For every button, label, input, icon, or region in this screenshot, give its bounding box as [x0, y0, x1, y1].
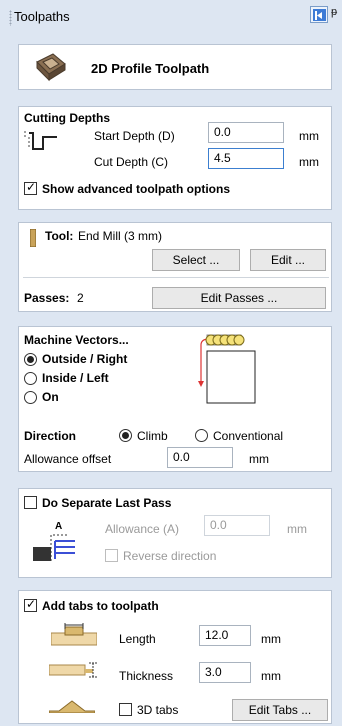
start-depth-input[interactable]: 0.0	[208, 122, 284, 143]
select-tool-button[interactable]: Select ...	[152, 249, 240, 271]
separate-last-pass-panel: Do Separate Last Pass A Allowance (A) 0.…	[18, 488, 332, 578]
tab-length-input[interactable]: 12.0	[199, 625, 251, 646]
climb-label[interactable]: Climb	[137, 429, 168, 443]
radio-selected-dot	[122, 432, 129, 439]
tab-thickness-input[interactable]: 3.0	[199, 662, 251, 683]
start-depth-unit: mm	[299, 129, 319, 143]
check-icon: ✓	[26, 597, 37, 611]
end-mill-icon	[30, 229, 36, 247]
depth-diagram-icon	[24, 131, 57, 150]
add-tabs-label[interactable]: Add tabs to toolpath	[42, 599, 159, 613]
panel-title-bar: Toolpaths ᵽ	[0, 0, 342, 34]
cut-depth-input[interactable]: 4.5	[208, 148, 284, 169]
option-outside-label[interactable]: Outside / Right	[42, 352, 127, 366]
3d-tabs-checkbox[interactable]	[119, 703, 132, 716]
radio-on[interactable]	[24, 391, 37, 404]
cut-depth-label: Cut Depth (C)	[94, 155, 169, 169]
radio-selected-dot	[27, 356, 34, 363]
tool-label: Tool:	[45, 229, 74, 243]
add-tabs-checkbox[interactable]: ✓	[24, 597, 37, 612]
pin-glyph[interactable]: ᵽ	[331, 6, 337, 18]
machine-vectors-title: Machine Vectors...	[24, 333, 129, 347]
reverse-direction-label[interactable]: Reverse direction	[123, 549, 216, 563]
tab-thickness-label: Thickness	[119, 669, 174, 683]
separate-last-pass-label[interactable]: Do Separate Last Pass	[42, 496, 171, 510]
machine-vectors-panel: Machine Vectors... Outside / Right Insid…	[18, 326, 332, 472]
cutting-depths-title: Cutting Depths	[24, 111, 110, 125]
edit-tabs-button[interactable]: Edit Tabs ...	[232, 699, 328, 721]
edit-tool-button[interactable]: Edit ...	[250, 249, 326, 271]
cutting-depths-panel: Cutting Depths Start Depth (D) 0.0 mm Cu…	[18, 106, 332, 210]
tool-panel: Tool: End Mill (3 mm) Select ... Edit ..…	[18, 222, 332, 312]
tool-name: End Mill (3 mm)	[78, 229, 163, 243]
auto-hide-button[interactable]	[310, 6, 328, 23]
direction-label: Direction	[24, 429, 77, 443]
last-pass-allowance-label: Allowance (A)	[105, 522, 180, 536]
toolpath-header: 2D Profile Toolpath	[18, 44, 332, 90]
conventional-label[interactable]: Conventional	[213, 429, 283, 443]
radio-inside[interactable]	[24, 372, 37, 385]
radio-conventional[interactable]	[195, 429, 208, 442]
diagram-letter: A	[55, 521, 63, 532]
start-depth-label: Start Depth (D)	[94, 129, 175, 143]
tab-length-unit: mm	[261, 632, 281, 646]
tool-divider	[23, 277, 329, 278]
cut-depth-unit: mm	[299, 155, 319, 169]
passes-value: 2	[77, 291, 84, 305]
radio-outside[interactable]	[24, 353, 37, 366]
tab-thickness-icon	[49, 662, 97, 678]
show-advanced-label[interactable]: Show advanced toolpath options	[42, 182, 230, 196]
panel-title: Toolpaths	[14, 9, 70, 24]
allowance-offset-label: Allowance offset	[24, 452, 112, 466]
last-pass-allowance-unit: mm	[287, 522, 307, 536]
3d-tabs-label[interactable]: 3D tabs	[137, 703, 178, 717]
allowance-offset-unit: mm	[249, 452, 269, 466]
option-on-label[interactable]: On	[42, 390, 59, 404]
pin-icon	[313, 9, 326, 21]
separate-last-pass-checkbox[interactable]	[24, 496, 37, 509]
tabs-panel: ✓ Add tabs to toolpath Length 12.0 mm Th…	[18, 590, 332, 724]
tab-length-icon	[51, 623, 97, 646]
tab-thickness-unit: mm	[261, 669, 281, 683]
tab-length-label: Length	[119, 632, 156, 646]
last-pass-diagram-icon	[33, 534, 75, 561]
3d-tab-icon	[49, 700, 95, 713]
outside-vector-diagram	[198, 334, 256, 404]
reverse-direction-checkbox[interactable]	[105, 549, 118, 562]
radio-climb[interactable]	[119, 429, 132, 442]
last-pass-allowance-input[interactable]: 0.0	[204, 515, 270, 536]
option-inside-label[interactable]: Inside / Left	[42, 371, 109, 385]
show-advanced-checkbox[interactable]: ✓	[24, 180, 37, 195]
profile-toolpath-icon	[36, 53, 66, 82]
edit-passes-button[interactable]: Edit Passes ...	[152, 287, 326, 309]
allowance-offset-input[interactable]: 0.0	[167, 447, 233, 468]
check-icon: ✓	[26, 180, 37, 194]
drag-grip[interactable]	[9, 10, 12, 26]
passes-label: Passes:	[24, 291, 70, 305]
toolpath-title: 2D Profile Toolpath	[91, 61, 210, 76]
